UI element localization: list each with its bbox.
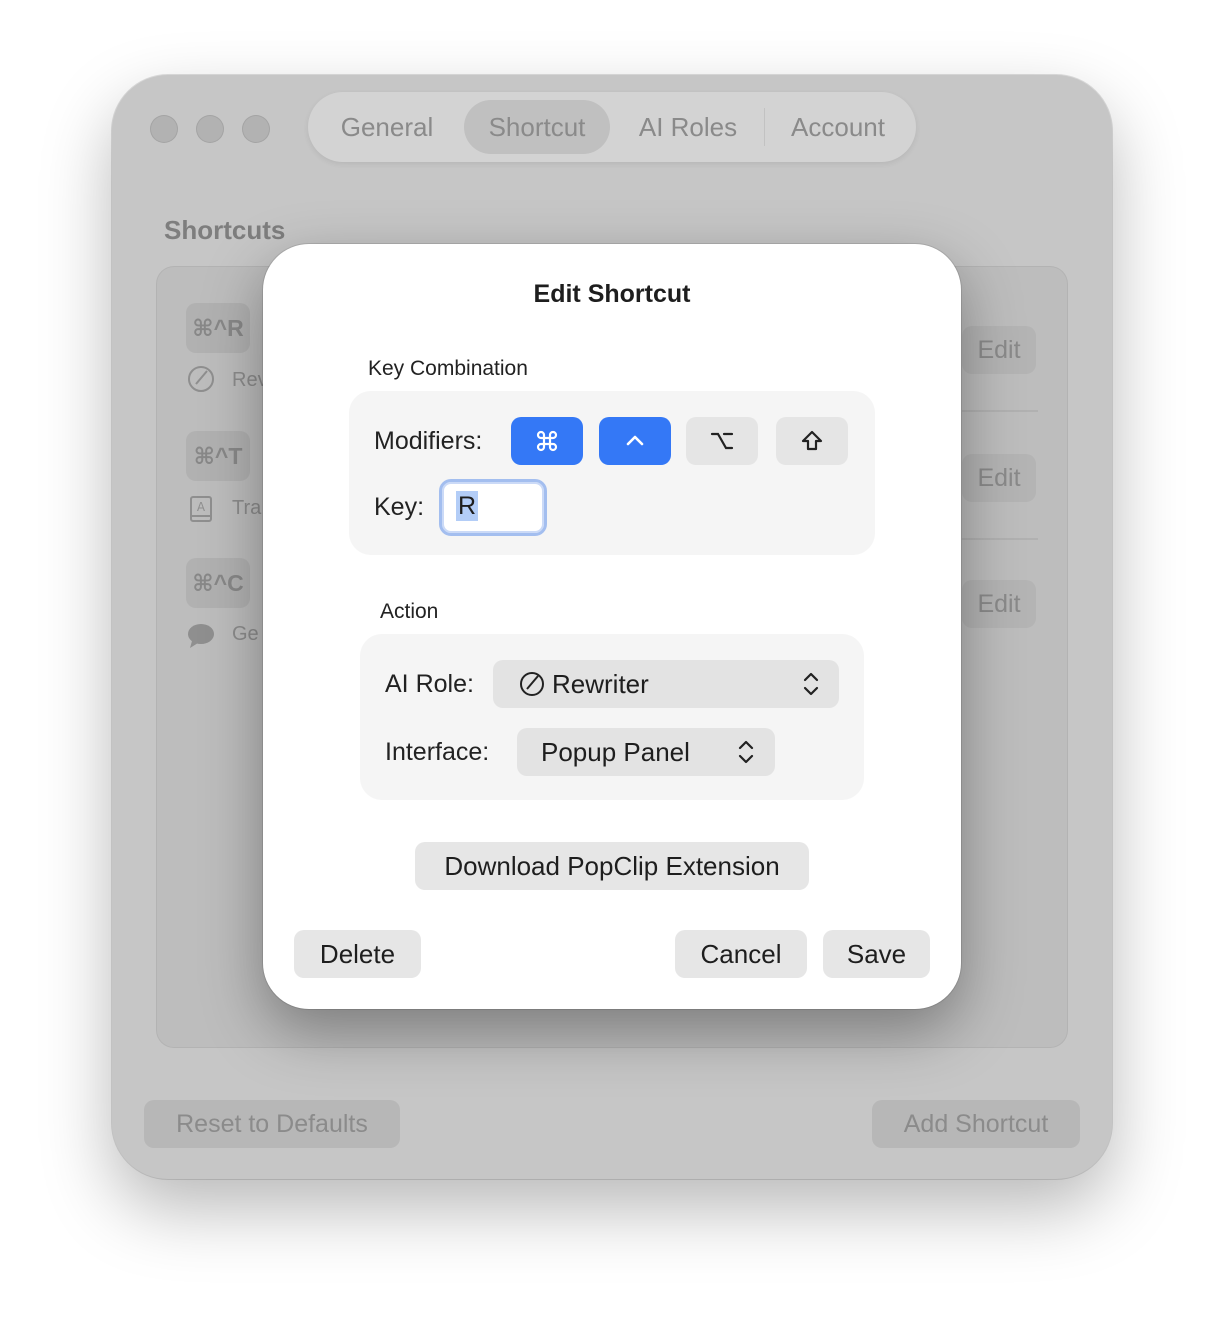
shift-modifier-button[interactable]: [776, 417, 848, 465]
rewriter-icon: [188, 366, 214, 392]
interface-popup[interactable]: Popup Panel: [517, 728, 775, 776]
shift-icon: [801, 430, 823, 451]
tab-account[interactable]: Account: [770, 100, 906, 154]
control-modifier-button[interactable]: [599, 417, 671, 465]
modifiers-label: Modifiers:: [374, 427, 483, 455]
shortcut-keys: ⌘^C: [186, 558, 250, 608]
edit-shortcut-button[interactable]: Edit: [962, 326, 1036, 374]
tab-ai-roles[interactable]: AI Roles: [620, 100, 756, 154]
interface-label: Interface:: [385, 738, 490, 766]
rewriter-icon: [520, 672, 544, 696]
reset-to-defaults-button[interactable]: Reset to Defaults: [144, 1100, 400, 1148]
chat-bubble-icon: [188, 624, 214, 648]
shortcut-keys: ⌘^R: [186, 303, 250, 353]
key-label: Key:: [374, 493, 425, 521]
key-input[interactable]: R: [439, 479, 547, 536]
tab-separator: [764, 108, 765, 146]
shortcut-keys: ⌘^T: [186, 431, 250, 481]
shortcut-label: Ge: [232, 623, 259, 645]
svg-text:A: A: [197, 500, 206, 514]
ai-role-popup[interactable]: Rewriter: [493, 660, 839, 708]
close-window-button[interactable]: [150, 115, 178, 143]
download-popclip-extension-button[interactable]: Download PopClip Extension: [415, 842, 809, 890]
ai-role-label: AI Role:: [385, 670, 474, 698]
edit-shortcut-button[interactable]: Edit: [962, 454, 1036, 502]
row-divider: [962, 538, 1038, 540]
ai-role-value: Rewriter: [552, 669, 649, 699]
action-label: Action: [380, 600, 439, 623]
minimize-window-button[interactable]: [196, 115, 224, 143]
dialog-title: Edit Shortcut: [533, 280, 691, 308]
command-icon: [536, 430, 558, 452]
chevron-up-down-icon: [738, 740, 754, 764]
option-icon: [710, 432, 734, 450]
translator-book-icon: A: [190, 496, 212, 522]
interface-value: Popup Panel: [541, 737, 690, 767]
zoom-window-button[interactable]: [242, 115, 270, 143]
save-button[interactable]: Save: [823, 930, 930, 978]
edit-shortcut-dialog: Edit Shortcut Key Combination Modifiers:…: [263, 244, 961, 1009]
edit-shortcut-button[interactable]: Edit: [962, 580, 1036, 628]
key-combination-box: [349, 391, 875, 555]
command-modifier-button[interactable]: [511, 417, 583, 465]
tab-general[interactable]: General: [322, 100, 452, 154]
shortcut-label: Tra: [232, 497, 262, 519]
section-title: Shortcuts: [164, 215, 286, 245]
control-icon: [626, 435, 644, 446]
delete-button[interactable]: Delete: [294, 930, 421, 978]
key-value: R: [456, 491, 479, 521]
tab-shortcut[interactable]: Shortcut: [464, 100, 610, 154]
option-modifier-button[interactable]: [686, 417, 758, 465]
add-shortcut-button[interactable]: Add Shortcut: [872, 1100, 1080, 1148]
chevron-up-down-icon: [803, 672, 819, 696]
tab-bar: General Shortcut AI Roles Account: [308, 92, 916, 162]
key-combination-label: Key Combination: [368, 357, 528, 380]
row-divider: [962, 410, 1038, 412]
cancel-button[interactable]: Cancel: [675, 930, 807, 978]
